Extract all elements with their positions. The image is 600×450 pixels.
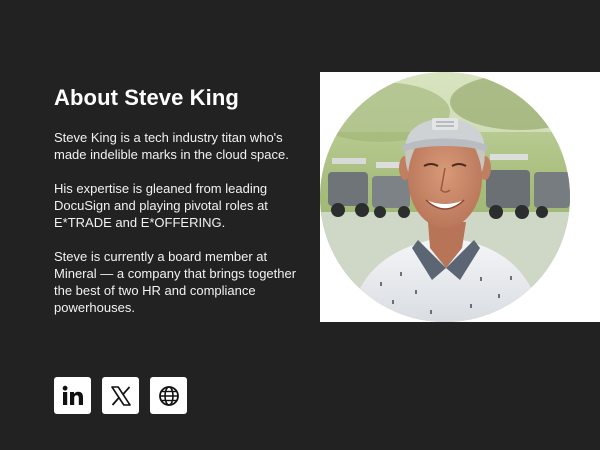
photo-card: [320, 72, 600, 322]
bio-paragraph: Steve King is a tech industry titan who'…: [54, 130, 289, 162]
linkedin-icon: [62, 385, 83, 405]
portrait-photo: [320, 72, 570, 322]
x-icon: [110, 385, 131, 406]
x-link[interactable]: [102, 377, 139, 414]
bio-text: Steve King is a tech industry titan who'…: [54, 129, 304, 333]
bio-paragraph: Steve is currently a board member at Min…: [54, 249, 297, 315]
bio-paragraph: His expertise is gleaned from leading Do…: [54, 181, 268, 230]
social-links: [54, 377, 187, 414]
globe-icon: [158, 385, 179, 406]
linkedin-link[interactable]: [54, 377, 91, 414]
page-title: About Steve King: [54, 85, 239, 110]
website-link[interactable]: [150, 377, 187, 414]
